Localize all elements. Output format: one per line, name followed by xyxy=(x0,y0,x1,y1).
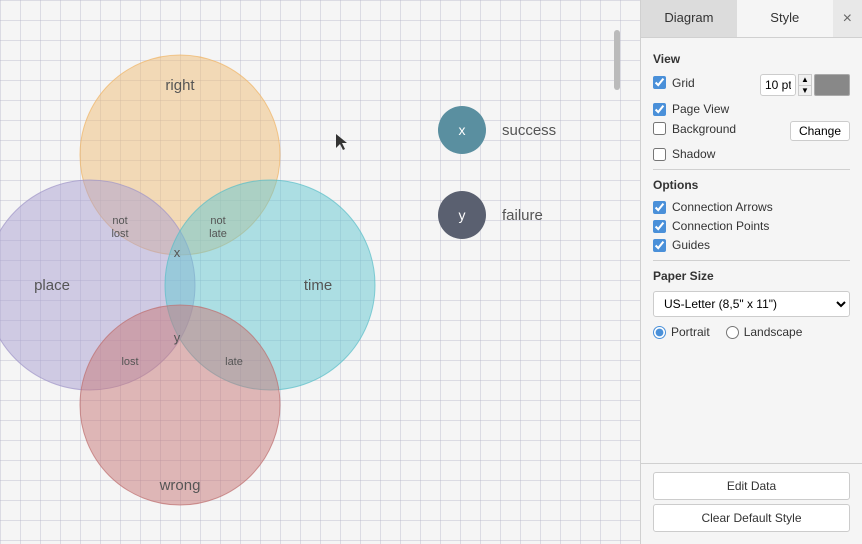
label-time: time xyxy=(304,277,332,294)
label-lost: lost xyxy=(121,356,138,368)
grid-color-box[interactable] xyxy=(814,74,850,96)
page-view-label: Page View xyxy=(672,102,729,116)
canvas-area[interactable]: right place time wrong not lost not late… xyxy=(0,0,640,544)
landscape-label: Landscape xyxy=(744,325,803,339)
close-button[interactable]: × xyxy=(833,0,862,37)
tab-diagram[interactable]: Diagram xyxy=(641,0,737,37)
grid-checkbox-wrap: Grid xyxy=(653,76,754,90)
venn-diagram: right place time wrong not lost not late… xyxy=(0,0,620,544)
label-wrong: wrong xyxy=(159,477,201,494)
guides-row: Guides xyxy=(653,238,850,252)
landscape-option[interactable]: Landscape xyxy=(726,325,803,339)
options-section-title: Options xyxy=(653,178,850,192)
background-change-button[interactable]: Change xyxy=(790,121,850,141)
paper-size-section-title: Paper Size xyxy=(653,269,850,283)
background-checkbox-wrap: Background xyxy=(653,122,784,136)
grid-stepper: ▲ ▼ xyxy=(798,74,812,96)
background-checkbox[interactable] xyxy=(653,122,666,135)
edit-data-button[interactable]: Edit Data xyxy=(653,472,850,500)
background-label: Background xyxy=(672,122,736,136)
right-panel: Diagram Style × View Grid ▲ ▼ xyxy=(640,0,862,544)
label-right: right xyxy=(165,77,195,94)
guides-checkbox[interactable] xyxy=(653,239,666,252)
legend-y-symbol: y xyxy=(459,207,466,223)
connection-arrows-checkbox[interactable] xyxy=(653,201,666,214)
legend-x-symbol: x xyxy=(459,122,466,138)
grid-checkbox[interactable] xyxy=(653,76,666,89)
connection-points-row: Connection Points xyxy=(653,219,850,233)
connection-arrows-label: Connection Arrows xyxy=(672,200,773,214)
view-section-title: View xyxy=(653,52,850,66)
portrait-radio[interactable] xyxy=(653,326,666,339)
shadow-row: Shadow xyxy=(653,147,850,161)
shadow-checkbox[interactable] xyxy=(653,148,666,161)
label-late: late xyxy=(225,356,243,368)
svg-text:lost: lost xyxy=(111,228,128,240)
label-y: y xyxy=(174,330,181,345)
legend-x-label: success xyxy=(502,122,556,139)
page-view-checkbox[interactable] xyxy=(653,103,666,116)
shadow-label: Shadow xyxy=(672,147,715,161)
portrait-option[interactable]: Portrait xyxy=(653,325,710,339)
orientation-row: Portrait Landscape xyxy=(653,325,850,339)
label-x: x xyxy=(174,245,181,260)
legend-y-label: failure xyxy=(502,207,543,224)
tab-style[interactable]: Style xyxy=(737,0,833,37)
stepper-down[interactable]: ▼ xyxy=(798,85,812,96)
clear-default-style-button[interactable]: Clear Default Style xyxy=(653,504,850,532)
panel-content: View Grid ▲ ▼ Page Vi xyxy=(641,38,862,355)
grid-row: Grid ▲ ▼ xyxy=(653,74,850,96)
stepper-up[interactable]: ▲ xyxy=(798,74,812,85)
svg-text:late: late xyxy=(209,228,227,240)
divider-1 xyxy=(653,169,850,170)
divider-2 xyxy=(653,260,850,261)
background-row: Background Change xyxy=(653,121,850,141)
guides-label: Guides xyxy=(672,238,710,252)
paper-size-select[interactable]: US-Letter (8,5" x 11") A4 (210 x 297 mm)… xyxy=(653,291,850,317)
grid-label: Grid xyxy=(672,76,695,90)
label-place: place xyxy=(34,277,70,294)
page-view-row: Page View xyxy=(653,102,850,116)
connection-points-label: Connection Points xyxy=(672,219,769,233)
bottom-buttons: Edit Data Clear Default Style xyxy=(641,463,862,544)
panel-scroll-area: View Grid ▲ ▼ Page Vi xyxy=(641,38,862,463)
grid-value-input[interactable] xyxy=(760,74,796,96)
portrait-label: Portrait xyxy=(671,325,710,339)
connection-arrows-row: Connection Arrows xyxy=(653,200,850,214)
connection-points-checkbox[interactable] xyxy=(653,220,666,233)
label-not-lost: not xyxy=(112,215,127,227)
tab-bar: Diagram Style × xyxy=(641,0,862,38)
landscape-radio[interactable] xyxy=(726,326,739,339)
label-not-late: not xyxy=(210,215,225,227)
grid-input-wrap: ▲ ▼ xyxy=(760,74,850,96)
